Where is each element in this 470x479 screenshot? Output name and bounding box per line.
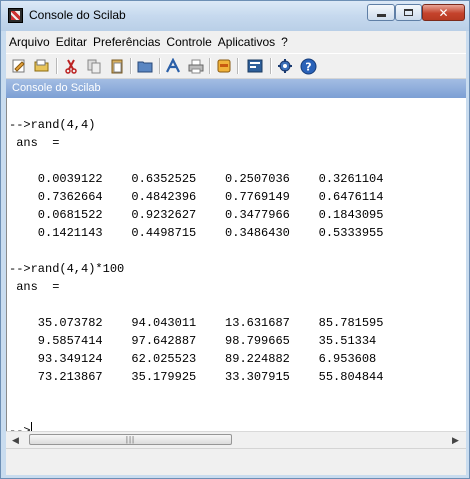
close-button[interactable]: ✕ [422, 4, 465, 21]
change-directory-icon[interactable] [136, 57, 154, 75]
clear-console-icon[interactable] [215, 57, 233, 75]
toolbar-separator [237, 58, 239, 74]
console-header: Console do Scilab [6, 79, 466, 98]
console-line: -->rand(4,4) [9, 118, 96, 132]
console-line: 9.5857414 97.642887 98.799665 35.51334 [9, 334, 377, 348]
console-line: 93.349124 62.025523 89.224882 6.953608 [9, 352, 377, 366]
maximize-icon [404, 9, 413, 16]
cut-icon[interactable] [62, 57, 80, 75]
console-line: 0.7362664 0.4842396 0.7769149 0.6476114 [9, 190, 384, 204]
print-icon[interactable] [187, 57, 205, 75]
minimize-icon [376, 14, 386, 17]
menu-help[interactable]: ? [278, 35, 291, 49]
console-line: ans = [9, 280, 60, 294]
toolbar-separator [130, 58, 132, 74]
scroll-right-icon[interactable]: ▶ [448, 433, 463, 447]
font-icon[interactable] [164, 57, 182, 75]
scilab-app-icon[interactable] [8, 8, 23, 23]
minimize-button[interactable] [367, 4, 395, 21]
grip-icon: ||| [125, 434, 136, 444]
title-bar[interactable]: Console do Scilab ✕ [1, 1, 469, 31]
console-line: --> [9, 424, 31, 431]
window-title: Console do Scilab [29, 8, 126, 22]
console-line: -->rand(4,4)*100 [9, 262, 125, 276]
menu-aplicativos[interactable]: Aplicativos [215, 35, 278, 49]
toolbar-separator [270, 58, 272, 74]
console-line: 0.0681522 0.9232627 0.3477966 0.1843095 [9, 208, 384, 222]
help-icon[interactable]: ? [299, 57, 317, 75]
console-output[interactable]: -->rand(4,4) ans = 0.0039122 0.6352525 0… [6, 98, 466, 431]
menu-preferencias[interactable]: Preferências [90, 35, 163, 49]
copy-icon[interactable] [85, 57, 103, 75]
console-line: ans = [9, 136, 60, 150]
horizontal-scrollbar[interactable]: ◀ ||| ▶ [6, 431, 466, 448]
scilab-window: Console do Scilab ✕ Arquivo Editar Prefe… [0, 0, 470, 479]
console-line: 73.213867 35.179925 33.307915 55.804844 [9, 370, 384, 384]
text-cursor [30, 422, 32, 431]
toolbar-separator [209, 58, 211, 74]
console-line: 35.073782 94.043011 13.631687 85.781595 [9, 316, 384, 330]
toolbar: ? [6, 53, 466, 79]
maximize-button[interactable] [395, 4, 422, 21]
paste-icon[interactable] [108, 57, 126, 75]
console-line: 0.1421143 0.4498715 0.3486430 0.5333955 [9, 226, 384, 240]
menu-controle[interactable]: Controle [163, 35, 214, 49]
menu-editar[interactable]: Editar [53, 35, 90, 49]
open-file-icon[interactable] [33, 57, 51, 75]
toolbar-separator [159, 58, 161, 74]
close-icon: ✕ [438, 5, 449, 20]
svg-text:?: ? [305, 60, 311, 73]
console-text: -->rand(4,4) ans = 0.0039122 0.6352525 0… [9, 98, 383, 431]
status-bar [6, 448, 466, 475]
new-script-icon[interactable] [10, 57, 28, 75]
scroll-thumb[interactable]: ||| [29, 434, 232, 445]
menu-bar: Arquivo Editar Preferências Controle Apl… [6, 31, 466, 53]
toolbar-separator [56, 58, 58, 74]
console-line: 0.0039122 0.6352525 0.2507036 0.3261104 [9, 172, 384, 186]
scroll-left-icon[interactable]: ◀ [8, 433, 23, 447]
menu-arquivo[interactable]: Arquivo [6, 35, 53, 49]
module-manager-icon[interactable] [276, 57, 294, 75]
clear-history-icon[interactable] [246, 57, 264, 75]
